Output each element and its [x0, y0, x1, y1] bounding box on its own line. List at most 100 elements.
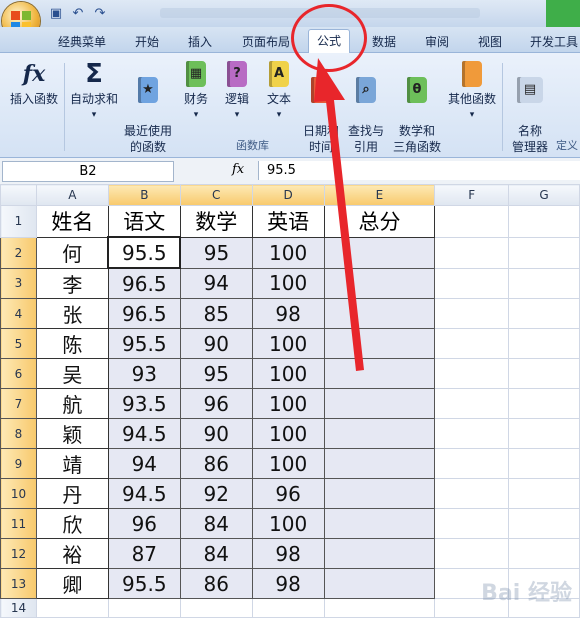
score-cell[interactable]: 93.5 — [107, 388, 181, 419]
empty-cell[interactable] — [434, 508, 510, 539]
column-header-d[interactable]: D — [251, 184, 325, 206]
score-cell[interactable]: 96 — [107, 508, 181, 539]
empty-cell[interactable] — [508, 508, 580, 539]
logical-button[interactable]: ? 逻辑 ▾ — [220, 59, 254, 123]
score-cell[interactable]: 90 — [179, 418, 253, 449]
financial-button[interactable]: ▦ 财务 ▾ — [178, 59, 214, 123]
name-cell[interactable]: 李 — [35, 267, 109, 299]
score-cell[interactable] — [323, 358, 436, 389]
empty-cell[interactable] — [508, 236, 580, 269]
tab-developer[interactable]: 开发工具 — [530, 33, 578, 50]
score-cell[interactable]: 96.5 — [107, 298, 181, 329]
header-cell-english[interactable]: 英语 — [251, 205, 325, 238]
score-cell[interactable]: 85 — [179, 298, 253, 329]
empty-cell[interactable] — [323, 598, 436, 618]
header-cell-name[interactable]: 姓名 — [35, 205, 109, 238]
score-cell[interactable] — [323, 388, 436, 419]
score-cell[interactable] — [323, 538, 436, 569]
header-cell-total[interactable]: 总分 — [323, 205, 436, 238]
score-cell[interactable]: 95.5 — [107, 568, 181, 599]
undo-icon[interactable]: ↶ — [70, 6, 86, 22]
empty-cell[interactable] — [434, 267, 510, 299]
empty-cell[interactable] — [508, 538, 580, 569]
date-time-button[interactable]: ▤ 日期和 时间 — [300, 59, 342, 171]
score-cell[interactable]: 100 — [251, 358, 325, 389]
score-cell[interactable]: 100 — [251, 418, 325, 449]
empty-cell[interactable] — [508, 478, 580, 509]
tab-formulas[interactable]: 公式 — [308, 29, 351, 54]
tab-review[interactable]: 审阅 — [425, 33, 449, 50]
row-header-9[interactable]: 9 — [0, 448, 37, 479]
name-cell[interactable]: 何 — [35, 236, 109, 269]
score-cell[interactable]: 100 — [251, 448, 325, 479]
empty-cell[interactable] — [508, 448, 580, 479]
score-cell[interactable]: 100 — [251, 388, 325, 419]
score-cell[interactable]: 94 — [107, 448, 181, 479]
empty-cell[interactable] — [434, 538, 510, 569]
column-header-e[interactable]: E — [323, 184, 436, 206]
empty-cell[interactable] — [434, 448, 510, 479]
score-cell[interactable] — [323, 267, 436, 299]
more-functions-button[interactable]: 其他函数 ▾ — [446, 59, 498, 123]
autosum-button[interactable]: Σ 自动求和 ▾ — [68, 59, 120, 123]
score-cell[interactable]: 95 — [179, 358, 253, 389]
score-cell[interactable]: 94.5 — [107, 478, 181, 509]
fx-icon[interactable]: fx — [232, 162, 244, 177]
name-cell[interactable]: 颖 — [35, 418, 109, 449]
score-cell[interactable] — [323, 568, 436, 599]
row-header-5[interactable]: 5 — [0, 328, 37, 359]
name-manager-button[interactable]: ▤ 名称 管理器 — [508, 59, 552, 171]
column-header-g[interactable]: G — [508, 184, 580, 206]
score-cell[interactable]: 95.5 — [107, 236, 182, 269]
score-cell[interactable] — [323, 298, 436, 329]
empty-cell[interactable] — [434, 236, 510, 269]
tab-page-layout[interactable]: 页面布局 — [242, 33, 290, 50]
score-cell[interactable]: 100 — [251, 508, 325, 539]
score-cell[interactable]: 86 — [179, 448, 253, 479]
formula-input[interactable]: 95.5 — [258, 161, 580, 180]
empty-cell[interactable] — [508, 388, 580, 419]
score-cell[interactable]: 95 — [179, 236, 253, 269]
tab-classic-menu[interactable]: 经典菜单 — [58, 33, 106, 50]
score-cell[interactable]: 94.5 — [107, 418, 181, 449]
name-box[interactable]: B2 — [2, 161, 174, 182]
column-header-b[interactable]: B — [107, 184, 181, 206]
row-header-12[interactable]: 12 — [0, 538, 37, 569]
score-cell[interactable]: 95.5 — [107, 328, 181, 359]
tab-insert[interactable]: 插入 — [188, 33, 212, 50]
score-cell[interactable]: 92 — [179, 478, 253, 509]
score-cell[interactable] — [323, 236, 436, 269]
score-cell[interactable]: 100 — [251, 328, 325, 359]
row-header-3[interactable]: 3 — [0, 267, 37, 299]
empty-cell[interactable] — [434, 388, 510, 419]
row-header-8[interactable]: 8 — [0, 418, 37, 449]
select-all-corner[interactable] — [0, 184, 37, 206]
score-cell[interactable] — [323, 508, 436, 539]
empty-cell[interactable] — [179, 598, 253, 618]
tab-data[interactable]: 数据 — [372, 33, 396, 50]
redo-icon[interactable]: ↷ — [92, 6, 108, 22]
empty-cell[interactable] — [434, 418, 510, 449]
row-header-14[interactable]: 14 — [0, 598, 37, 618]
text-button[interactable]: A 文本 ▾ — [262, 59, 296, 123]
recent-functions-button[interactable]: ★ 最近使用 的函数 — [122, 59, 174, 171]
row-header-10[interactable]: 10 — [0, 478, 37, 509]
row-header-11[interactable]: 11 — [0, 508, 37, 539]
math-trig-button[interactable]: θ 数学和 三角函数 — [392, 59, 442, 171]
score-cell[interactable] — [323, 418, 436, 449]
insert-function-button[interactable]: fx 插入函数 — [6, 59, 62, 107]
score-cell[interactable]: 98 — [251, 568, 325, 599]
empty-cell[interactable] — [434, 298, 510, 329]
empty-cell[interactable] — [434, 478, 510, 509]
row-header-7[interactable]: 7 — [0, 388, 37, 419]
score-cell[interactable]: 100 — [251, 267, 325, 299]
score-cell[interactable]: 84 — [179, 538, 253, 569]
empty-cell[interactable] — [508, 267, 580, 299]
header-cell-chinese[interactable]: 语文 — [107, 205, 181, 238]
score-cell[interactable]: 90 — [179, 328, 253, 359]
name-cell[interactable]: 靖 — [35, 448, 109, 479]
row-header-1[interactable]: 1 — [0, 205, 37, 238]
score-cell[interactable] — [323, 478, 436, 509]
name-cell[interactable]: 航 — [35, 388, 109, 419]
score-cell[interactable] — [323, 328, 436, 359]
